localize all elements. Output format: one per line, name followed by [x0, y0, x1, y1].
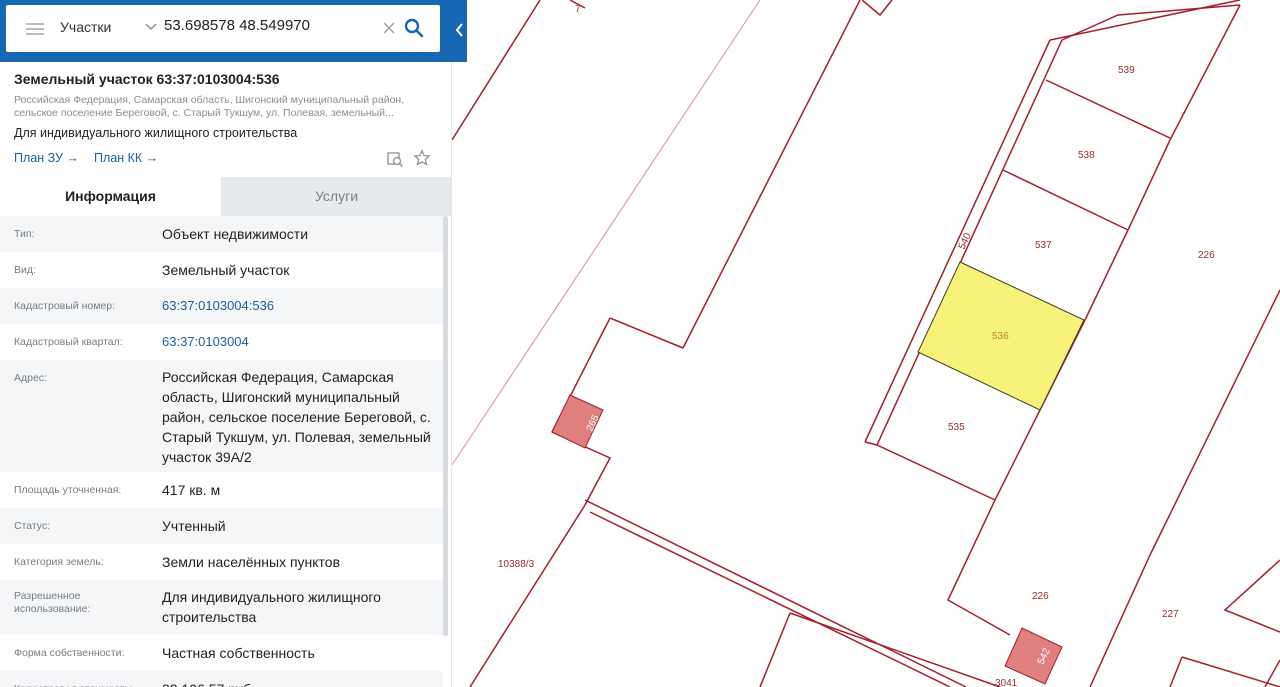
info-value: Земли населённых пунктов: [162, 554, 341, 570]
info-row-permitted-use: Разрешенное использование: Для индивидуа…: [0, 580, 443, 635]
info-row-address: Адрес: Российская Федерация, Самарская о…: [0, 360, 443, 472]
parcel-boundary: [1181, 656, 1280, 687]
info-row-cad-number: Кадастровый номер: 63:37:0103004:536: [0, 288, 443, 324]
info-table: Тип: Объект недвижимости Вид: Земельный …: [0, 216, 443, 687]
info-key: Вид:: [14, 264, 36, 276]
info-key: Кадастровый номер:: [14, 300, 116, 312]
info-key: Статус:: [14, 520, 51, 532]
parcel-label: 226: [1032, 591, 1049, 602]
info-row-kind: Вид: Земельный участок: [0, 252, 443, 288]
tab-information[interactable]: Информация: [0, 177, 221, 216]
info-value: Частная собственность: [162, 645, 315, 661]
parcel-boundary: [1089, 289, 1280, 687]
info-key: Разрешенное использование:: [14, 590, 91, 615]
object-title: Земельный участок 63:37:0103004:536: [14, 71, 280, 87]
menu-icon[interactable]: [26, 23, 44, 35]
parcel-boundary: [864, 441, 878, 446]
search-icon[interactable]: [404, 18, 424, 38]
scrollbar[interactable]: [443, 216, 448, 636]
parcel-boundary: [1223, 559, 1280, 633]
info-value: Для индивидуального жилищного строительс…: [162, 589, 381, 625]
plan-search-icon[interactable]: [386, 150, 404, 168]
search-input[interactable]: [164, 17, 374, 34]
parcel-label: 540: [957, 231, 974, 251]
search-bar: Участки: [0, 0, 452, 62]
arrow-right-icon: →: [145, 151, 159, 165]
info-value: Российская Федерация, Самарская область,…: [162, 369, 431, 465]
object-purpose: Для индивидуального жилищного строительс…: [14, 126, 298, 140]
parcel-label: 226: [1198, 250, 1215, 261]
parcel-boundary: [994, 409, 1041, 501]
info-key: Кадастровая стоимость:: [14, 683, 154, 687]
parcel-boundary: [1169, 656, 1183, 687]
info-row-cad-quarter: Кадастровый квартал: 63:37:0103004: [0, 324, 443, 360]
tab-services[interactable]: Услуги: [221, 177, 451, 216]
parcel-boundary: [1169, 4, 1241, 141]
parcel-label: 537: [1035, 240, 1052, 251]
info-key: Площадь уточненная:: [14, 484, 122, 496]
info-key: Адрес:: [14, 372, 47, 384]
plan-zu-link[interactable]: План ЗУ →: [14, 151, 79, 165]
parcel-label: 3041: [995, 678, 1018, 687]
plan-kk-link[interactable]: План КК →: [94, 151, 158, 165]
parcel-boundary: [759, 612, 791, 687]
parcel-label: 539: [1118, 65, 1135, 76]
cadastral-number-link[interactable]: 63:37:0103004:536: [162, 296, 437, 316]
parcel-boundary: [947, 499, 1011, 636]
info-row-category: Категория земель: Земли населённых пункт…: [0, 544, 443, 580]
parcel-boundary: [1127, 139, 1171, 231]
info-row-status: Статус: Учтенный: [0, 508, 443, 544]
info-row-type: Тип: Объект недвижимости: [0, 216, 443, 252]
parcel-label: 10388/3: [498, 559, 535, 570]
building-542: [1004, 627, 1063, 685]
star-icon[interactable]: [413, 149, 431, 167]
info-row-cad-value: Кадастровая стоимость: 32 106,57 руб.: [0, 671, 443, 687]
object-address: Российская Федерация, Самарская область,…: [14, 94, 405, 119]
info-value: 417 кв. м: [162, 482, 221, 498]
parcel-boundary: [469, 504, 586, 687]
info-key: Категория земель:: [14, 556, 104, 568]
parcel-boundary: [682, 0, 861, 349]
parcel-label: 227: [1162, 609, 1179, 620]
info-panel: Земельный участок 63:37:0103004:536 Росс…: [0, 62, 452, 687]
info-value: Учтенный: [162, 518, 226, 534]
info-value: Объект недвижимости: [162, 226, 309, 242]
parcel-boundary: [1049, 0, 1241, 41]
parcel-boundary: [861, 0, 893, 17]
close-icon[interactable]: [382, 21, 396, 35]
collapse-panel-button[interactable]: [452, 0, 467, 62]
parcel-boundary: [1045, 79, 1171, 139]
info-row-ownership: Форма собственности: Частная собственнос…: [0, 635, 443, 671]
chevron-down-icon[interactable]: [144, 19, 158, 33]
search-box: Участки: [6, 5, 440, 52]
parcel-boundary: [1264, 659, 1280, 687]
parcel-label: 538: [1078, 150, 1095, 161]
arrow-right-icon: →: [66, 151, 79, 165]
chevron-left-icon: [455, 23, 463, 37]
parcel-boundary: [1061, 4, 1241, 41]
info-key: Форма собственности:: [14, 647, 125, 659]
info-value: 32 106,57 руб.: [162, 679, 437, 687]
parcel-boundary: [876, 444, 996, 501]
road-line: [451, 0, 761, 466]
info-value: Земельный участок: [162, 262, 290, 278]
info-key: Кадастровый квартал:: [14, 336, 123, 348]
street-boundary: [584, 499, 967, 687]
parcel-boundary: [1084, 229, 1129, 321]
parcel-label: 535: [948, 422, 965, 433]
tabs: Информация Услуги: [0, 177, 451, 216]
info-key: Тип:: [14, 228, 35, 240]
parcel-label-selected: 536: [992, 331, 1009, 342]
plan-kk-label: План КК: [94, 151, 143, 165]
plan-zu-label: План ЗУ: [14, 151, 63, 165]
cadastral-quarter-link[interactable]: 63:37:0103004: [162, 332, 437, 352]
parcel-boundary: [789, 612, 1001, 687]
parcel-label: 7: [575, 4, 581, 15]
parcel-boundary: [1002, 169, 1129, 231]
layer-select[interactable]: Участки: [60, 19, 111, 35]
parcel-boundary: [609, 317, 684, 349]
info-row-area: Площадь уточненная: 417 кв. м: [0, 472, 443, 508]
